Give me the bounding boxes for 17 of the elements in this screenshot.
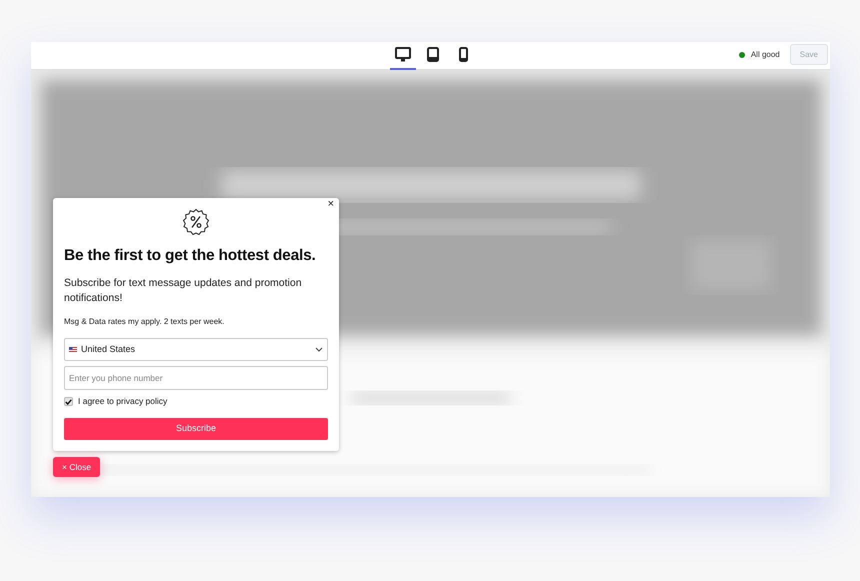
subscribe-button[interactable]: Subscribe <box>64 418 328 440</box>
popup-title: Be the first to get the hottest deals. <box>64 246 317 266</box>
status-text: All good <box>750 48 780 60</box>
close-button[interactable]: × <box>326 199 335 210</box>
monitor-icon <box>395 47 411 62</box>
discount-badge-icon <box>182 208 210 236</box>
phone-field[interactable]: Enter you phone number <box>64 366 328 390</box>
popup-subtitle: Subscribe for text message updates and promotion notifications! <box>64 276 303 306</box>
consent-label: I agree to privacy policy <box>78 395 168 408</box>
tablet-icon <box>427 47 439 62</box>
close-button[interactable]: × Close <box>53 457 100 477</box>
country-select[interactable]: United States <box>64 338 328 362</box>
phone-icon <box>458 47 468 62</box>
disclaimer-text: Msg & Data rates my apply. 2 texts per week. <box>64 316 226 328</box>
consent-checkbox[interactable] <box>64 397 73 406</box>
flag-icon <box>69 347 77 352</box>
chevron-down-icon <box>315 347 323 352</box>
